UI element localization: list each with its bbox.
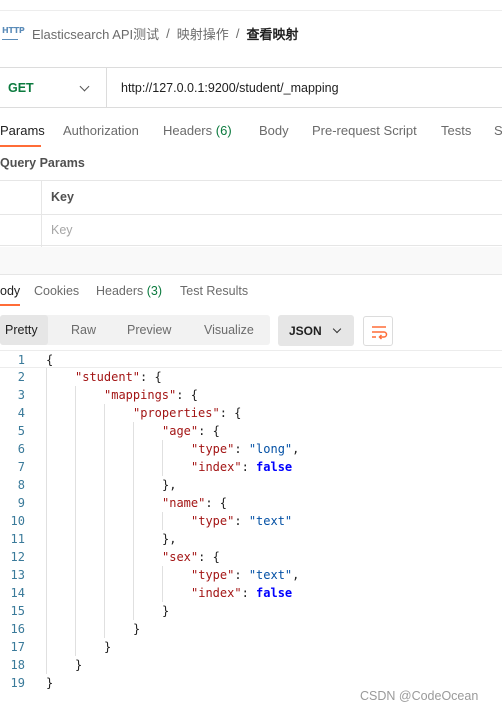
tab-body[interactable]: Body	[259, 123, 289, 138]
line-number: 8	[17, 478, 25, 492]
format-select[interactable]: JSON	[278, 315, 354, 346]
active-tab-indicator	[0, 145, 41, 147]
breadcrumb-folder[interactable]: 映射操作	[177, 24, 229, 43]
code-line: 2 "student": {	[0, 368, 502, 386]
format-label: JSON	[289, 324, 322, 338]
tab-headers[interactable]: Headers (6)	[163, 123, 232, 138]
tab-authorization[interactable]: Authorization	[63, 123, 139, 138]
line-number: 5	[17, 424, 25, 438]
http-icon-text: HTTP	[2, 25, 25, 35]
code-text: },	[162, 532, 177, 546]
code-text: "age": {	[162, 424, 220, 438]
code-text: }	[46, 676, 54, 690]
indent-guide	[104, 404, 105, 638]
watermark: CSDN @CodeOcean	[360, 689, 479, 703]
indent-guide	[162, 440, 163, 476]
line-number: 16	[10, 622, 25, 636]
line-number: 12	[10, 550, 25, 564]
code-text: }	[133, 622, 141, 636]
line-number: 17	[10, 640, 25, 654]
line-number: 10	[10, 514, 25, 528]
code-text: "type": "text",	[191, 568, 300, 582]
code-text: {	[46, 353, 54, 367]
view-pretty-button[interactable]: Pretty	[0, 315, 48, 345]
method-label: GET	[8, 80, 34, 95]
chevron-down-icon	[332, 324, 342, 334]
response-body-viewer[interactable]: 1{2 "student": {3 "mappings": {4 "propertie…	[0, 350, 502, 695]
view-visualize-button[interactable]: Visualize	[204, 315, 254, 345]
param-key-input[interactable]: Key	[51, 223, 73, 237]
indent-guide	[75, 386, 76, 656]
tab-params[interactable]: Params	[0, 123, 45, 138]
http-icon: HTTP	[2, 26, 25, 41]
table-row: Key	[0, 214, 502, 247]
indent-guide	[46, 368, 47, 674]
panel-divider[interactable]	[0, 247, 502, 275]
query-params-table: Key Key	[0, 180, 502, 247]
breadcrumb-separator: /	[166, 26, 170, 41]
code-line: 1{	[0, 350, 502, 368]
line-number: 1	[17, 353, 25, 367]
tab-tests[interactable]: Tests	[441, 123, 471, 138]
line-number: 11	[10, 532, 25, 546]
indent-guide	[133, 422, 134, 620]
line-number: 3	[17, 388, 25, 402]
wrap-lines-button[interactable]	[363, 316, 393, 346]
column-header-key: Key	[51, 190, 74, 204]
tab-pre-request-script[interactable]: Pre-request Script	[312, 123, 417, 138]
view-preview-button[interactable]: Preview	[127, 315, 171, 345]
line-number: 18	[10, 658, 25, 672]
code-text: "index": false	[191, 460, 293, 474]
code-text: "mappings": {	[104, 388, 198, 402]
response-tab-headers[interactable]: Headers (3)	[96, 284, 162, 298]
code-text: }	[75, 658, 83, 672]
code-text: "type": "long",	[191, 442, 300, 456]
view-mode-selector: Pretty Raw Preview Visualize	[0, 315, 270, 345]
chevron-down-icon	[79, 81, 90, 92]
response-tab-body[interactable]: ody	[0, 284, 20, 298]
code-line: 18}	[0, 656, 502, 674]
active-tab-indicator	[0, 304, 20, 306]
code-text: "type": "text"	[191, 514, 293, 528]
view-raw-button[interactable]: Raw	[71, 315, 96, 345]
response-tab-test-results[interactable]: Test Results	[180, 284, 248, 298]
breadcrumb-separator: /	[235, 26, 240, 41]
line-number: 4	[17, 406, 25, 420]
line-number: 19	[10, 676, 25, 690]
table-header-row: Key	[0, 181, 502, 214]
line-number: 9	[17, 496, 25, 510]
indent-guide	[162, 566, 163, 602]
query-params-title: Query Params	[0, 156, 85, 170]
breadcrumb-collection[interactable]: Elasticsearch API测试	[32, 24, 159, 43]
tab-settings[interactable]: S	[494, 123, 502, 138]
line-number: 7	[17, 460, 25, 474]
line-number: 6	[17, 442, 25, 456]
code-text: }	[104, 640, 112, 654]
code-text: "student": {	[75, 370, 162, 384]
indent-guide	[162, 512, 163, 530]
code-text: "name": {	[162, 496, 228, 510]
line-number: 13	[10, 568, 25, 582]
response-tab-cookies[interactable]: Cookies	[34, 284, 79, 298]
request-name[interactable]: 查看映射	[246, 24, 298, 43]
request-bar: GET http://127.0.0.1:9200/student/_mappi…	[0, 67, 502, 108]
line-number: 15	[10, 604, 25, 618]
code-text: "properties": {	[133, 406, 242, 420]
line-number: 2	[17, 370, 25, 384]
code-text: "index": false	[191, 586, 293, 600]
code-text: }	[162, 604, 170, 618]
line-number: 14	[10, 586, 25, 600]
code-text: },	[162, 478, 177, 492]
url-input[interactable]: http://127.0.0.1:9200/student/_mapping	[107, 81, 339, 95]
code-text: "sex": {	[162, 550, 220, 564]
method-select[interactable]: GET	[0, 68, 107, 107]
wrap-lines-icon	[372, 326, 388, 340]
breadcrumb: HTTP Elasticsearch API测试 / 映射操作 / 查看映射	[0, 10, 502, 56]
